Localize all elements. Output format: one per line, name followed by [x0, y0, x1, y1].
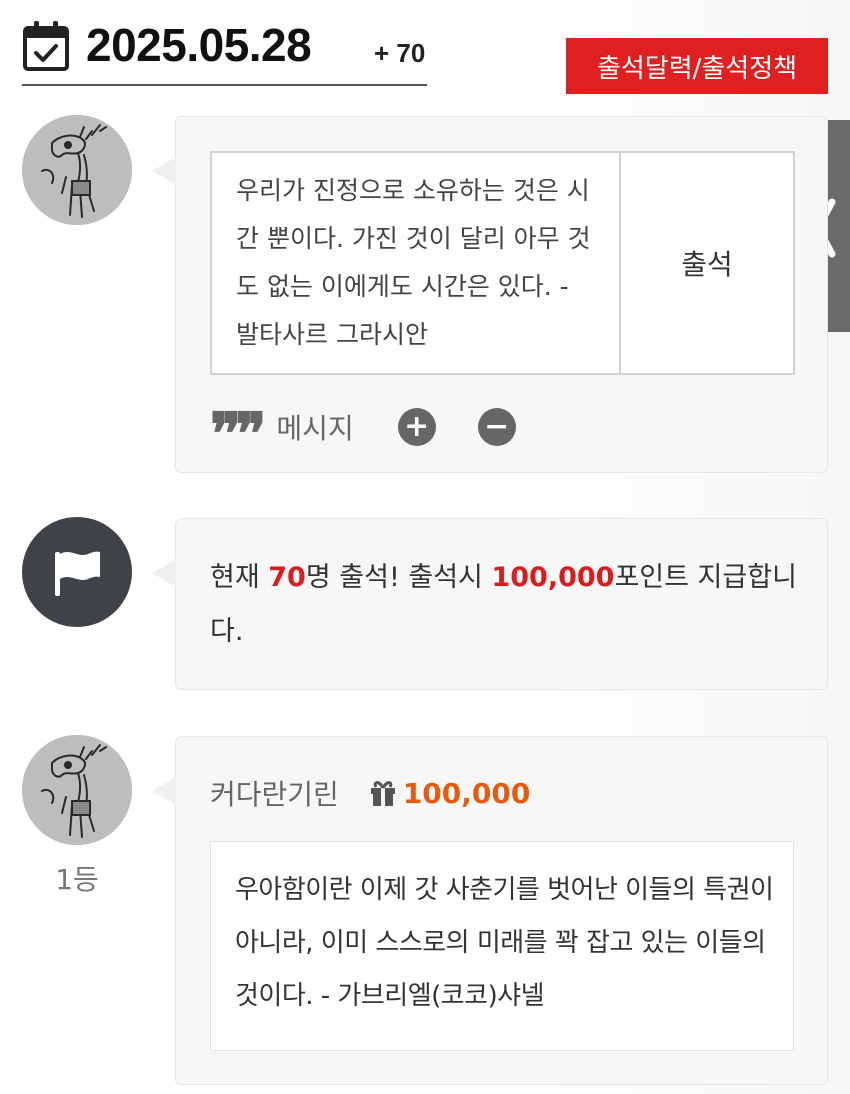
rank-label: 1등: [55, 863, 99, 896]
attend-button[interactable]: 출석: [619, 153, 793, 373]
my-avatar: [22, 115, 132, 225]
notice-attendee-count: 70: [268, 562, 306, 593]
quote-icon[interactable]: ❞❞: [210, 405, 266, 463]
remove-message-button[interactable]: −: [477, 408, 516, 446]
calendar-check-icon: [23, 21, 69, 71]
attendance-entry-card: 커다란기린 100,000 우아함이란 이제 갓 사춘기를 벗어난 이들의 특권…: [152, 736, 828, 1085]
attendance-count-badge: + 70: [374, 38, 426, 68]
notice-prefix: 현재: [210, 562, 269, 593]
message-input[interactable]: 우리가 진정으로 소유하는 것은 시간 뿐이다. 가진 것이 달리 아무 것도 …: [212, 153, 619, 373]
message-box: 우리가 진정으로 소유하는 것은 시간 뿐이다. 가진 것이 달리 아무 것도 …: [210, 151, 795, 375]
date-header: 2025.05.28 + 70: [22, 14, 427, 86]
giraffe-avatar-icon: [22, 735, 132, 845]
message-toolbar: ❞❞ 메시지 + −: [210, 405, 516, 463]
add-message-button[interactable]: +: [397, 408, 436, 446]
earned-points: 100,000: [402, 776, 531, 810]
attendance-notice: 현재 70명 출석! 출석시 100,000포인트 지급합니다.: [210, 551, 800, 659]
notice-avatar: [22, 517, 132, 627]
username[interactable]: 커다란기린: [210, 773, 339, 813]
entry-message: 우아함이란 이제 갓 사춘기를 벗어난 이들의 특권이 아니라, 이미 스스로의…: [210, 841, 794, 1051]
first-place-avatar: [22, 735, 132, 845]
notice-points: 100,000: [491, 562, 615, 593]
attendance-notice-card: 현재 70명 출석! 출석시 100,000포인트 지급합니다.: [152, 518, 828, 690]
date-title: 2025.05.28: [86, 19, 312, 71]
entry-header: 커다란기린 100,000: [210, 773, 530, 813]
flag-icon: [55, 551, 100, 596]
message-label[interactable]: 메시지: [276, 407, 353, 447]
attendance-policy-button[interactable]: 출석달력/출석정책: [566, 38, 828, 94]
notice-middle: 명 출석! 출석시: [305, 562, 492, 593]
attendance-entry-card: 우리가 진정으로 소유하는 것은 시간 뿐이다. 가진 것이 달리 아무 것도 …: [152, 116, 828, 473]
gift-icon: [370, 781, 395, 806]
giraffe-avatar-icon: [22, 115, 132, 225]
